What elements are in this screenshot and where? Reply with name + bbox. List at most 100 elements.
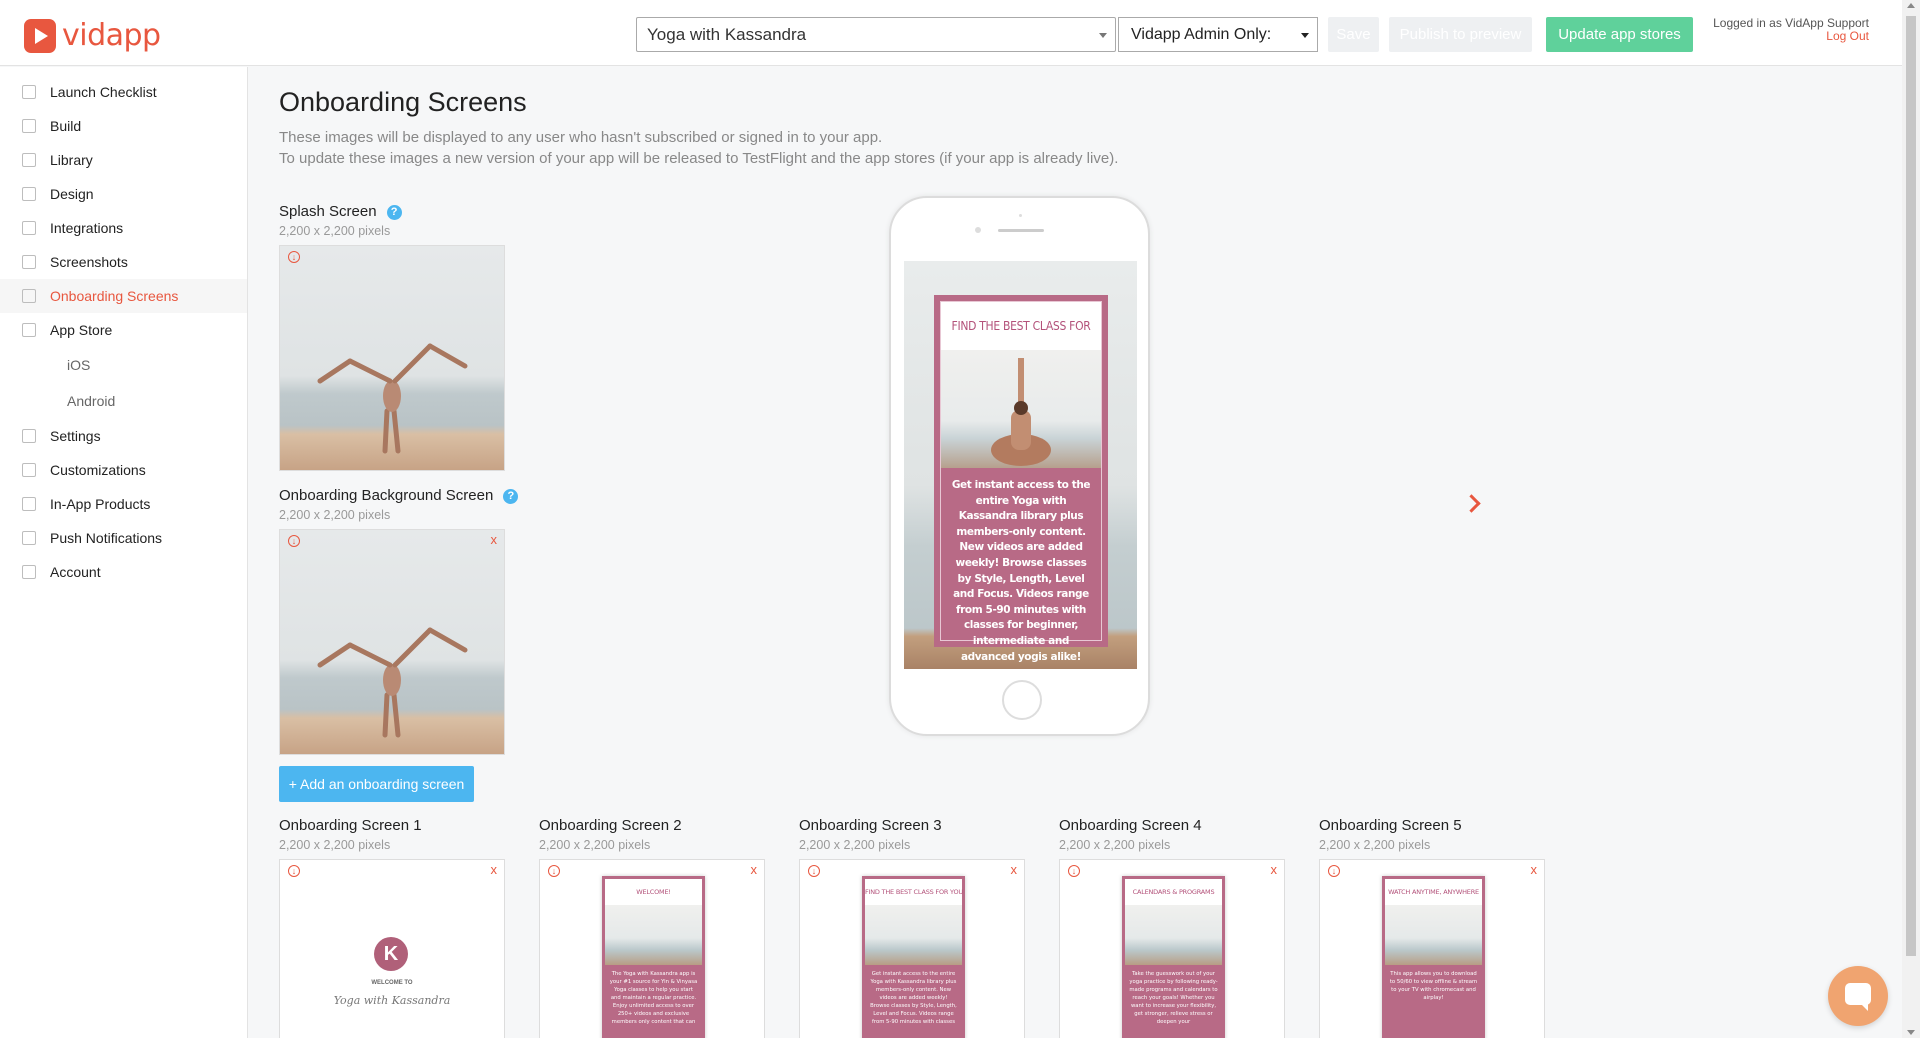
onboarding-screen-5-image[interactable]: ↓ x WATCH ANYTIME, ANYWHERE This app all… (1319, 859, 1545, 1038)
sidebar-item-design[interactable]: Design (0, 177, 247, 211)
background-screen-size: 2,200 x 2,200 pixels (279, 508, 391, 522)
add-onboarding-screen-button[interactable]: + Add an onboarding screen (279, 766, 474, 802)
update-app-stores-button[interactable]: Update app stores (1546, 17, 1693, 52)
sidebar-item-customizations[interactable]: Customizations (0, 453, 247, 487)
close-icon[interactable]: x (751, 862, 758, 877)
mini-photo (605, 905, 702, 965)
download-icon[interactable]: ↓ (1328, 865, 1340, 877)
publish-button[interactable]: Publish to preview (1389, 17, 1532, 52)
mini-card: FIND THE BEST CLASS FOR YOU Get instant … (862, 876, 965, 1038)
bell-icon (22, 531, 36, 545)
close-icon[interactable]: x (1011, 862, 1018, 877)
sidebar-item-app-store[interactable]: App Store (0, 313, 247, 347)
sidebar-item-integrations[interactable]: Integrations (0, 211, 247, 245)
onboarding-screen-2-image[interactable]: ↓ x WELCOME! The Yoga with Kassandra app… (539, 859, 765, 1038)
preview-card-inner: FIND THE BEST CLASS FOR YOU Get instant … (940, 301, 1102, 663)
mini-heading: CALENDARS & PROGRAMS (1125, 879, 1222, 905)
onboarding-screen-1-label: Onboarding Screen 1 (279, 817, 422, 834)
onboarding-screen-4-label: Onboarding Screen 4 (1059, 817, 1202, 834)
download-icon[interactable]: ↓ (808, 865, 820, 877)
phone-preview: FIND THE BEST CLASS FOR YOU Get instant … (889, 196, 1150, 736)
download-icon[interactable]: ↓ (288, 865, 300, 877)
splash-screen-title: Splash Screen (279, 203, 377, 220)
mini-photo (1125, 905, 1222, 965)
app-select[interactable]: Yoga with Kassandra (636, 17, 1116, 52)
close-icon[interactable]: x (1271, 862, 1278, 877)
page-description: These images will be displayed to any us… (279, 127, 1118, 169)
phone-speaker (998, 229, 1044, 232)
yoga-handstand-photo (280, 246, 504, 470)
onboarding-screen-2-label: Onboarding Screen 2 (539, 817, 682, 834)
onboarding-screen-4-image[interactable]: ↓ x CALENDARS & PROGRAMS Take the guessw… (1059, 859, 1285, 1038)
chat-bubble-icon (1845, 983, 1871, 1011)
sidebar-item-in-app-products[interactable]: In-App Products (0, 487, 247, 521)
sidebar-item-account[interactable]: Account (0, 555, 247, 589)
chevron-right-icon[interactable] (1462, 494, 1481, 513)
splash-screen-size: 2,200 x 2,200 pixels (279, 224, 391, 238)
handstand-figure (317, 627, 468, 738)
mini-body: This app allows you to download to 50/60… (1389, 971, 1478, 1001)
appstore-icon (22, 323, 36, 337)
mini-photo (865, 905, 962, 965)
download-icon[interactable]: ↓ (548, 865, 560, 877)
sidebar-subitem-ios[interactable]: iOS (0, 347, 247, 383)
preview-body: Get instant access to the entire Yoga wi… (951, 479, 1091, 663)
background-screen-image[interactable]: ↓ x (279, 529, 505, 755)
scroll-up-icon[interactable] (1907, 3, 1915, 8)
close-icon[interactable]: x (491, 532, 498, 547)
welcome-text: WELCOME TO (371, 980, 413, 986)
logout-link[interactable]: Log Out (1694, 30, 1869, 43)
help-icon[interactable]: ? (386, 205, 402, 220)
seated-yoga-figure (991, 358, 1051, 466)
mini-body: Take the guesswork out of your yoga prac… (1129, 971, 1218, 1025)
sidebar-item-label: Design (50, 186, 94, 202)
help-icon[interactable]: ? (503, 489, 519, 504)
sidebar-item-build[interactable]: Build (0, 109, 247, 143)
onboarding-screen-1-size: 2,200 x 2,200 pixels (279, 838, 391, 852)
close-icon[interactable]: x (491, 862, 498, 877)
library-icon (22, 153, 36, 167)
sidebar-item-launch-checklist[interactable]: Launch Checklist (0, 75, 247, 109)
sidebar-item-push-notifications[interactable]: Push Notifications (0, 521, 247, 555)
onboarding-screen-1-image[interactable]: ↓ x K WELCOME TO Yoga with Kassandra (279, 859, 505, 1038)
onboarding-screen-3-label: Onboarding Screen 3 (799, 817, 942, 834)
sidebar-item-onboarding-screens[interactable]: Onboarding Screens (0, 279, 247, 313)
splash-screen-image[interactable]: ↓ (279, 245, 505, 471)
sidebar: Launch Checklist Build Library Design In… (0, 67, 248, 1038)
page-scrollbar[interactable] (1902, 0, 1920, 1038)
background-screen-title: Onboarding Background Screen (279, 487, 494, 504)
sidebar-item-label: Onboarding Screens (50, 288, 179, 304)
mini-heading: WATCH ANYTIME, ANYWHERE (1385, 879, 1482, 905)
mini-card: WATCH ANYTIME, ANYWHERE This app allows … (1382, 876, 1485, 1038)
sidebar-item-screenshots[interactable]: Screenshots (0, 245, 247, 279)
phone-camera (975, 227, 981, 233)
splash-screen-label: Splash Screen? (279, 203, 402, 220)
admin-select[interactable]: Vidapp Admin Only: (1118, 17, 1318, 52)
vidapp-logo[interactable]: vidapp (24, 18, 161, 53)
mini-card: WELCOME! The Yoga with Kassandra app is … (602, 876, 705, 1038)
sidebar-item-settings[interactable]: Settings (0, 419, 247, 453)
sidebar-item-label: Account (50, 564, 101, 580)
close-icon[interactable]: x (1531, 862, 1538, 877)
sidebar-subitem-android[interactable]: Android (0, 383, 247, 419)
phone-sensor (1019, 214, 1022, 217)
onboarding-screen-4-size: 2,200 x 2,200 pixels (1059, 838, 1171, 852)
chat-widget-button[interactable] (1828, 966, 1888, 1026)
k-logo: K (374, 937, 408, 971)
download-icon[interactable]: ↓ (1068, 865, 1080, 877)
description-line-2: To update these images a new version of … (279, 150, 1119, 167)
scroll-down-icon[interactable] (1907, 1030, 1915, 1035)
sidebar-item-label: In-App Products (50, 496, 151, 512)
mini-card: CALENDARS & PROGRAMS Take the guesswork … (1122, 876, 1225, 1038)
sidebar-item-label: App Store (50, 322, 113, 338)
scroll-thumb[interactable] (1906, 16, 1916, 956)
chevron-down-icon (1099, 33, 1107, 38)
save-button[interactable]: Save (1328, 17, 1379, 52)
yoga-handstand-photo (280, 530, 504, 754)
onboarding-screen-5-size: 2,200 x 2,200 pixels (1319, 838, 1431, 852)
phone-screen: FIND THE BEST CLASS FOR YOU Get instant … (904, 261, 1137, 669)
download-icon[interactable]: ↓ (288, 251, 300, 263)
download-icon[interactable]: ↓ (288, 535, 300, 547)
onboarding-screen-3-image[interactable]: ↓ x FIND THE BEST CLASS FOR YOU Get inst… (799, 859, 1025, 1038)
sidebar-item-library[interactable]: Library (0, 143, 247, 177)
